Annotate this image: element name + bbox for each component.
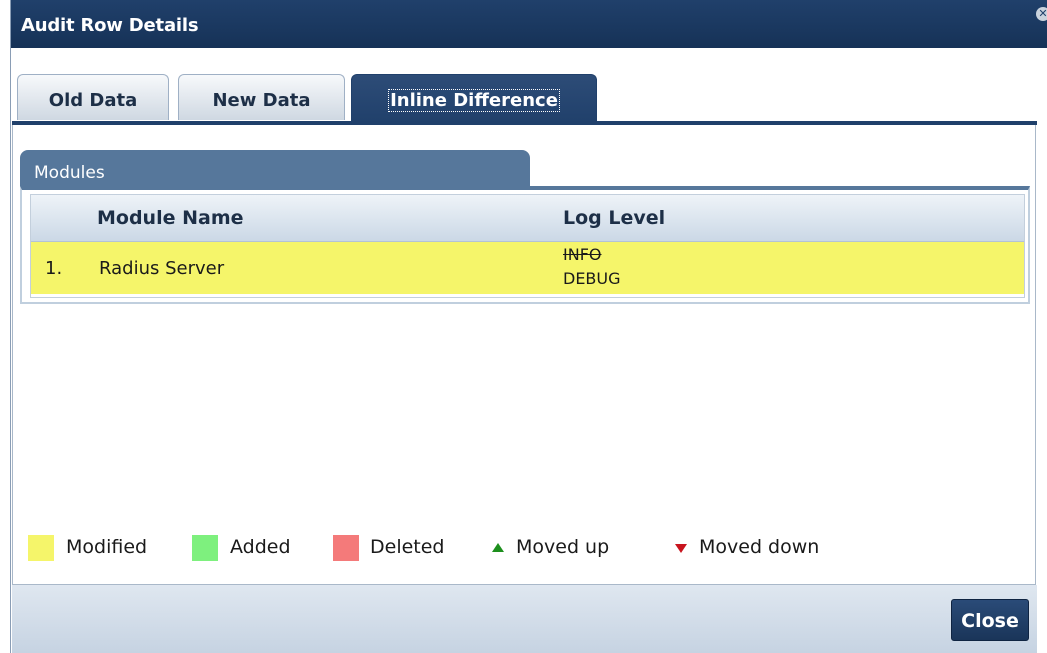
dialog-titlebar: Audit Row Details ✕ [11,0,1047,48]
dialog-title: Audit Row Details [21,15,199,36]
legend-deleted-swatch [333,535,359,561]
dialog-footer: Close [12,585,1037,653]
legend-modified-label: Modified [66,536,148,558]
tab-old-data[interactable]: Old Data [17,74,169,120]
legend-deleted-label: Deleted [370,536,445,558]
tab-inline-difference[interactable]: Inline Difference [351,74,597,124]
tab-new-data[interactable]: New Data [178,74,345,120]
arrow-up-icon [492,543,504,552]
modules-section-header: Modules [20,150,530,186]
tab-new-data-label: New Data [212,90,311,111]
table-header: Module Name Log Level [31,195,1024,242]
tab-inline-difference-label: Inline Difference [388,89,560,112]
column-header-module-name[interactable]: Module Name [97,207,244,229]
close-icon[interactable]: ✕ [1036,7,1047,21]
tab-old-data-label: Old Data [48,90,138,111]
modules-table: Module Name Log Level 1. Radius Server I… [30,194,1025,298]
close-button[interactable]: Close [951,599,1029,641]
modules-section-title: Modules [34,163,105,183]
log-level-old-value: INFO [563,245,602,264]
legend-modified-swatch [28,535,54,561]
table-row[interactable]: 1. Radius Server INFO DEBUG [31,242,1024,294]
row-index: 1. [45,258,63,279]
log-level-new-value: DEBUG [563,269,621,288]
legend-added-swatch [192,535,218,561]
legend-moved-up-label: Moved up [516,536,610,558]
legend-added-label: Added [230,536,291,558]
arrow-down-icon [675,544,687,553]
legend-moved-down-label: Moved down [699,536,820,558]
column-header-log-level[interactable]: Log Level [563,207,665,229]
module-name-cell: Radius Server [99,258,225,279]
